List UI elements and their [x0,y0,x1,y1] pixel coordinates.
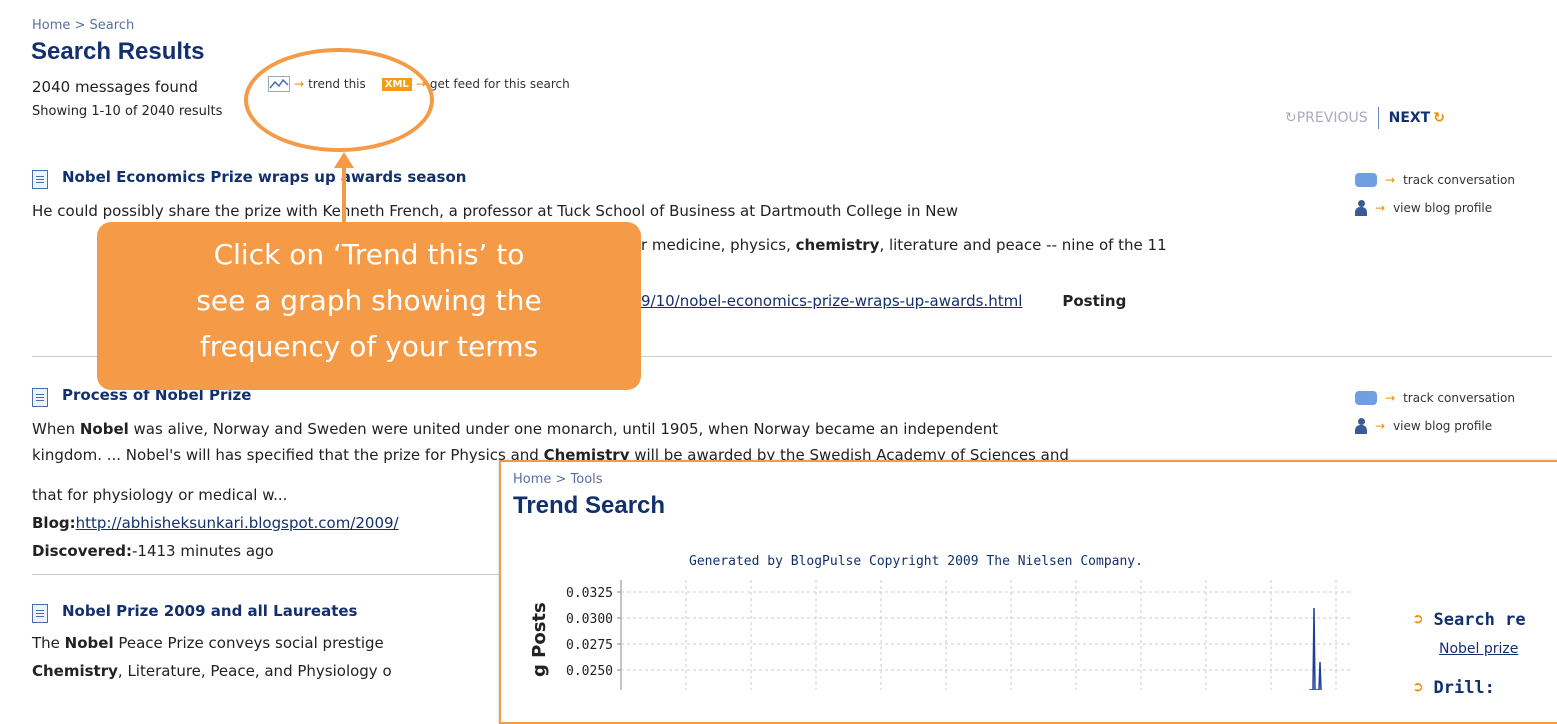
view-blog-profile-link[interactable]: view blog profile [1393,201,1492,215]
pager-divider [1377,107,1379,129]
document-icon [32,170,48,189]
series-line [1309,607,1322,690]
page-title: Search Results [31,38,205,65]
result-discovered: Discovered:-1413 minutes ago [32,542,274,560]
trend-search-panel: Home > Tools Trend Search Generated by B… [499,460,1557,724]
drill-heading: ➲ Drill: [1413,678,1495,698]
callout-line: see a graph showing the [196,284,542,317]
chat-bubble-icon [1355,391,1377,405]
result-actions: → track conversation → view blog profile [1355,166,1515,222]
result-snippet: r medicine, physics, chemistry, literatu… [641,236,1167,254]
result-snippet: Chemistry, Literature, Peace, and Physio… [32,662,392,680]
results-count: 2040 messages found [32,78,198,96]
y-tick-label: 0.0325 [566,586,613,601]
y-tick-label: 0.0275 [566,638,613,653]
pagination: ↻ PREVIOUS NEXT ↻ [1285,107,1445,129]
callout-line: frequency of your terms [199,330,539,363]
panel-breadcrumb[interactable]: Home > Tools [513,472,603,487]
next-arrow-icon[interactable]: ↻ [1433,110,1445,126]
view-blog-profile-link[interactable]: view blog profile [1393,419,1492,433]
person-icon [1355,200,1367,216]
highlight-ellipse [244,48,434,152]
result-title[interactable]: Nobel Economics Prize wraps up awards se… [62,168,466,186]
chat-bubble-icon [1355,173,1377,187]
get-feed-link[interactable]: get feed for this search [430,77,570,91]
track-conversation-link[interactable]: track conversation [1403,173,1515,187]
trend-chart: 0.03250.03000.02750.02500.0225 [566,580,1351,690]
person-icon [1355,418,1367,434]
callout-box: Click on ‘Trend this’ to see a graph sho… [97,222,641,390]
result-snippet: When Nobel was alive, Norway and Sweden … [32,420,999,438]
next-button[interactable]: NEXT [1389,110,1431,126]
panel-title: Trend Search [513,492,666,519]
result-snippet: that for physiology or medical w... [32,486,288,504]
result-blog-line: Blog:http://abhisheksunkari.blogspot.com… [32,514,399,532]
y-tick-label: 0.0250 [566,664,613,679]
track-conversation-link[interactable]: track conversation [1403,391,1515,405]
result-title[interactable]: Nobel Prize 2009 and all Laureates [62,602,357,620]
document-icon [32,604,48,623]
chart-credit: Generated by BlogPulse Copyright 2009 Th… [689,554,1143,569]
result-url-link[interactable]: 9/10/nobel-economics-prize-wraps-up-awar… [641,292,1022,310]
previous-button[interactable]: PREVIOUS [1297,110,1368,126]
callout-arrow [342,155,346,223]
blog-url-link[interactable]: http://abhisheksunkari.blogspot.com/2009… [76,514,399,532]
search-term-link[interactable]: Nobel prize [1439,638,1518,657]
search-results-heading: ➲ Search re [1413,610,1526,630]
breadcrumb[interactable]: Home > Search [32,18,134,33]
divider [32,574,502,575]
previous-arrow-icon: ↻ [1285,110,1297,126]
result-actions: → track conversation → view blog profile [1355,384,1515,440]
result-snippet: The Nobel Peace Prize conveys social pre… [32,634,384,652]
document-icon [32,388,48,407]
y-tick-label: 0.0300 [566,612,613,627]
result-link-line: 9/10/nobel-economics-prize-wraps-up-awar… [641,292,1127,310]
result-snippet: He could possibly share the prize with K… [32,202,959,220]
callout-line: Click on ‘Trend this’ to [213,238,525,271]
showing-range: Showing 1-10 of 2040 results [32,104,223,119]
